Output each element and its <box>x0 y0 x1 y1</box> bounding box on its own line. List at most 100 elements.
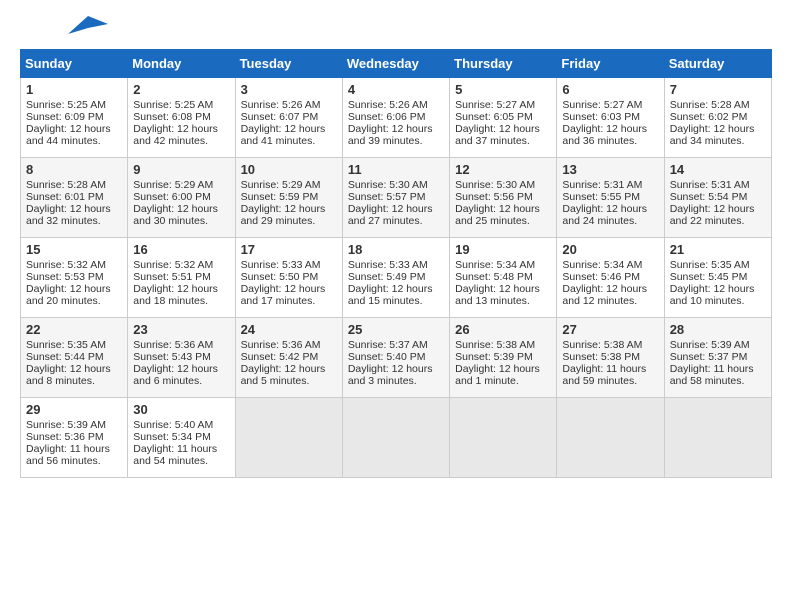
calendar-cell: 14Sunrise: 5:31 AMSunset: 5:54 PMDayligh… <box>664 158 771 238</box>
calendar-cell: 4Sunrise: 5:26 AMSunset: 6:06 PMDaylight… <box>342 78 449 158</box>
sunrise-text: Sunrise: 5:28 AM <box>670 99 766 111</box>
sunrise-text: Sunrise: 5:35 AM <box>26 339 122 351</box>
daylight-text: Daylight: 12 hours and 39 minutes. <box>348 123 444 147</box>
sunrise-text: Sunrise: 5:34 AM <box>455 259 551 271</box>
sunset-text: Sunset: 5:42 PM <box>241 351 337 363</box>
calendar-cell: 7Sunrise: 5:28 AMSunset: 6:02 PMDaylight… <box>664 78 771 158</box>
calendar-cell <box>450 398 557 478</box>
sunset-text: Sunset: 5:59 PM <box>241 191 337 203</box>
sunrise-text: Sunrise: 5:38 AM <box>455 339 551 351</box>
calendar-cell: 10Sunrise: 5:29 AMSunset: 5:59 PMDayligh… <box>235 158 342 238</box>
daylight-text: Daylight: 12 hours and 27 minutes. <box>348 203 444 227</box>
calendar-week-1: 1 Sunrise: 5:25 AMSunset: 6:09 PM Daylight… <box>21 78 772 158</box>
day-number: 26 <box>455 322 551 337</box>
daylight-text: Daylight: 11 hours and 54 minutes. <box>133 443 229 467</box>
calendar-week-3: 15Sunrise: 5:32 AMSunset: 5:53 PMDayligh… <box>21 238 772 318</box>
sunset-text: Sunset: 5:48 PM <box>455 271 551 283</box>
day-number: 24 <box>241 322 337 337</box>
sunrise-text: Sunrise: 5:31 AM <box>562 179 658 191</box>
calendar-table: SundayMondayTuesdayWednesdayThursdayFrid… <box>20 49 772 478</box>
calendar-cell: 1Sunrise: 5:25 AMSunset: 6:09 PMDaylight… <box>21 78 128 158</box>
calendar-cell: 2Sunrise: 5:25 AMSunset: 6:08 PMDaylight… <box>128 78 235 158</box>
day-number: 1 <box>26 82 122 97</box>
daylight-text: Daylight: 12 hours and 8 minutes. <box>26 363 122 387</box>
sunset-text: Sunset: 5:40 PM <box>348 351 444 363</box>
day-number: 5 <box>455 82 551 97</box>
sunrise-text: Sunrise: 5:32 AM <box>133 259 229 271</box>
sunrise-text: Sunrise: 5:28 AM <box>26 179 122 191</box>
calendar-cell: 9Sunrise: 5:29 AMSunset: 6:00 PMDaylight… <box>128 158 235 238</box>
day-number: 6 <box>562 82 658 97</box>
day-number: 19 <box>455 242 551 257</box>
day-number: 22 <box>26 322 122 337</box>
sunset-text: Sunset: 5:43 PM <box>133 351 229 363</box>
daylight-text: Daylight: 11 hours and 58 minutes. <box>670 363 766 387</box>
sunrise-text: Sunrise: 5:25 AM <box>26 99 122 111</box>
sunset-text: Sunset: 5:55 PM <box>562 191 658 203</box>
sunrise-text: Sunrise: 5:33 AM <box>348 259 444 271</box>
sunrise-text: Sunrise: 5:29 AM <box>241 179 337 191</box>
calendar-cell: 13Sunrise: 5:31 AMSunset: 5:55 PMDayligh… <box>557 158 664 238</box>
daylight-text: Daylight: 12 hours and 41 minutes. <box>241 123 337 147</box>
col-header-friday: Friday <box>557 50 664 78</box>
calendar-cell: 3Sunrise: 5:26 AMSunset: 6:07 PMDaylight… <box>235 78 342 158</box>
day-number: 27 <box>562 322 658 337</box>
sunrise-text: Sunrise: 5:39 AM <box>26 419 122 431</box>
day-number: 21 <box>670 242 766 257</box>
sunset-text: Sunset: 5:50 PM <box>241 271 337 283</box>
sunrise-text: Sunrise: 5:26 AM <box>241 99 337 111</box>
calendar-header-row: SundayMondayTuesdayWednesdayThursdayFrid… <box>21 50 772 78</box>
daylight-text: Daylight: 11 hours and 56 minutes. <box>26 443 122 467</box>
daylight-text: Daylight: 12 hours and 18 minutes. <box>133 283 229 307</box>
sunrise-text: Sunrise: 5:26 AM <box>348 99 444 111</box>
calendar-cell <box>664 398 771 478</box>
day-number: 12 <box>455 162 551 177</box>
day-number: 20 <box>562 242 658 257</box>
calendar-cell: 6Sunrise: 5:27 AMSunset: 6:03 PMDaylight… <box>557 78 664 158</box>
daylight-text: Daylight: 12 hours and 24 minutes. <box>562 203 658 227</box>
sunset-text: Sunset: 6:05 PM <box>455 111 551 123</box>
day-number: 29 <box>26 402 122 417</box>
sunrise-text: Sunrise: 5:30 AM <box>455 179 551 191</box>
sunrise-text: Sunrise: 5:30 AM <box>348 179 444 191</box>
daylight-text: Daylight: 12 hours and 5 minutes. <box>241 363 337 387</box>
col-header-wednesday: Wednesday <box>342 50 449 78</box>
sunrise-text: Sunrise: 5:36 AM <box>133 339 229 351</box>
logo <box>20 20 108 34</box>
sunrise-text: Sunrise: 5:37 AM <box>348 339 444 351</box>
sunrise-text: Sunrise: 5:29 AM <box>133 179 229 191</box>
calendar-cell: 27Sunrise: 5:38 AMSunset: 5:38 PMDayligh… <box>557 318 664 398</box>
calendar-cell: 28Sunrise: 5:39 AMSunset: 5:37 PMDayligh… <box>664 318 771 398</box>
calendar-cell: 23Sunrise: 5:36 AMSunset: 5:43 PMDayligh… <box>128 318 235 398</box>
sunrise-text: Sunrise: 5:38 AM <box>562 339 658 351</box>
calendar-cell: 15Sunrise: 5:32 AMSunset: 5:53 PMDayligh… <box>21 238 128 318</box>
sunset-text: Sunset: 6:00 PM <box>133 191 229 203</box>
sunset-text: Sunset: 6:07 PM <box>241 111 337 123</box>
day-number: 18 <box>348 242 444 257</box>
col-header-saturday: Saturday <box>664 50 771 78</box>
day-number: 15 <box>26 242 122 257</box>
calendar-cell: 20Sunrise: 5:34 AMSunset: 5:46 PMDayligh… <box>557 238 664 318</box>
calendar-cell: 16Sunrise: 5:32 AMSunset: 5:51 PMDayligh… <box>128 238 235 318</box>
day-number: 11 <box>348 162 444 177</box>
sunset-text: Sunset: 5:51 PM <box>133 271 229 283</box>
sunset-text: Sunset: 5:37 PM <box>670 351 766 363</box>
page-header <box>20 20 772 34</box>
day-number: 4 <box>348 82 444 97</box>
sunrise-text: Sunrise: 5:27 AM <box>562 99 658 111</box>
calendar-cell: 18Sunrise: 5:33 AMSunset: 5:49 PMDayligh… <box>342 238 449 318</box>
day-number: 10 <box>241 162 337 177</box>
sunrise-text: Sunrise: 5:33 AM <box>241 259 337 271</box>
sunset-text: Sunset: 5:44 PM <box>26 351 122 363</box>
daylight-text: Daylight: 12 hours and 15 minutes. <box>348 283 444 307</box>
sunset-text: Sunset: 5:57 PM <box>348 191 444 203</box>
calendar-cell: 25Sunrise: 5:37 AMSunset: 5:40 PMDayligh… <box>342 318 449 398</box>
sunset-text: Sunset: 5:36 PM <box>26 431 122 443</box>
sunrise-text: Sunrise: 5:40 AM <box>133 419 229 431</box>
sunset-text: Sunset: 6:09 PM <box>26 111 122 123</box>
calendar-cell: 8Sunrise: 5:28 AMSunset: 6:01 PMDaylight… <box>21 158 128 238</box>
daylight-text: Daylight: 12 hours and 36 minutes. <box>562 123 658 147</box>
daylight-text: Daylight: 12 hours and 10 minutes. <box>670 283 766 307</box>
sunset-text: Sunset: 5:46 PM <box>562 271 658 283</box>
calendar-cell: 29 Sunrise: 5:39 AMSunset: 5:36 PMDayligh… <box>21 398 128 478</box>
